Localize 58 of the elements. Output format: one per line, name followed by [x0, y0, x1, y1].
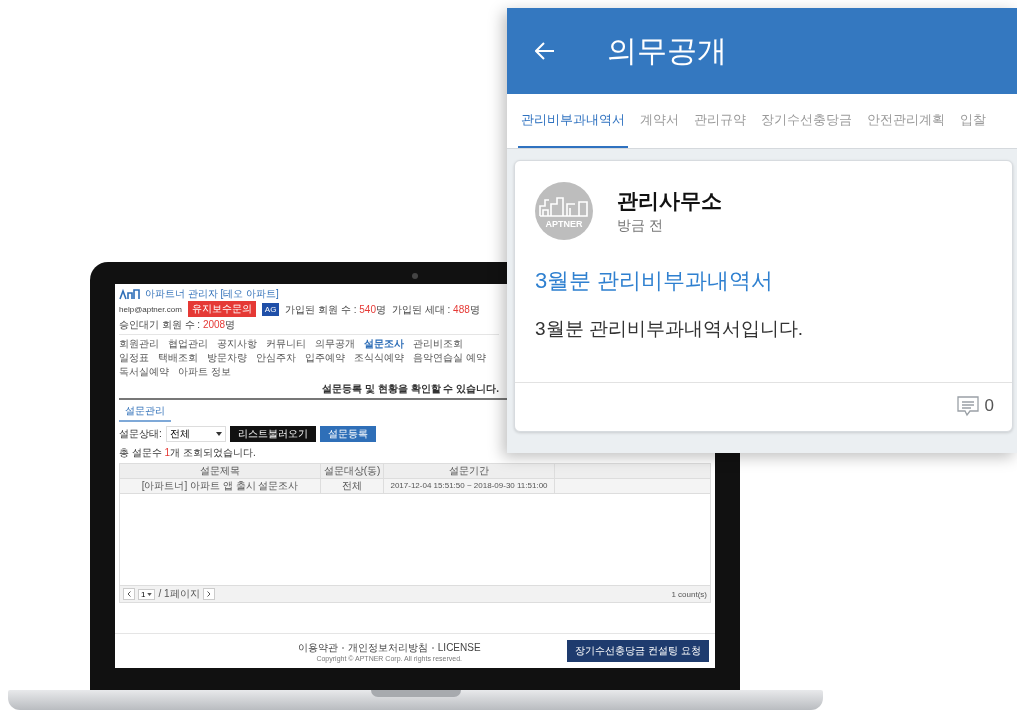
page-dropdown[interactable]: 1	[138, 588, 156, 600]
post-body: 3월분 관리비부과내역서입니다.	[534, 317, 805, 341]
caret-icon	[215, 432, 222, 436]
footer-link[interactable]: 개인정보처리방침	[347, 640, 428, 655]
member-stat: 가입된 세대 : 488명	[392, 302, 480, 316]
comment-count: 0	[984, 396, 994, 416]
record-count: 1 count(s)	[671, 589, 707, 599]
page-total: / 1페이지	[158, 587, 200, 601]
nav-menu-item[interactable]: 의무공개	[315, 337, 355, 350]
nav-menu-item[interactable]: 공지사항	[217, 337, 257, 350]
inquiry-button[interactable]: 유지보수문의	[187, 301, 256, 317]
footer-link[interactable]: 이용약관	[297, 640, 338, 655]
register-button[interactable]: 설문등록	[319, 426, 376, 442]
chevron-right-icon	[206, 591, 211, 597]
section-tab[interactable]: 설문관리	[119, 403, 171, 422]
table-cell: 2017-12-04 15:51:50 ~ 2018-09-30 11:51:00	[384, 479, 555, 493]
screen-title: 의무공개	[607, 32, 727, 69]
footer-link[interactable]: LICENSE	[437, 642, 481, 653]
nav-menu-item[interactable]: 방문차량	[207, 351, 247, 364]
nav-menu-item[interactable]: 입주예약	[305, 351, 345, 364]
nav-menu-item[interactable]: 협업관리	[168, 337, 208, 350]
caret-icon	[147, 592, 153, 596]
author-name: 관리사무소	[617, 188, 722, 214]
logo-icon	[119, 287, 141, 300]
avatar-label: APTNER	[545, 218, 583, 229]
consulting-request-button[interactable]: 장기수선충당금 컨설팅 요청	[567, 640, 709, 662]
nav-menu-item[interactable]: 택배조회	[158, 351, 198, 364]
load-list-button[interactable]: 리스트불러오기	[229, 426, 316, 442]
result-count: 총 설문수 1개 조회되었습니다.	[119, 446, 257, 460]
status-dropdown[interactable]: 전체	[165, 426, 226, 442]
admin-title: 아파트너 관리자 [테오 아파트]	[145, 287, 279, 300]
nav-menu-item[interactable]: 아파트 정보	[178, 365, 231, 378]
member-stat: 승인대기 회원 수 : 2008명	[119, 318, 236, 331]
table-cell: 전체	[321, 479, 384, 493]
table-cell: [아파트너] 아파트 앱 출시 설문조사	[120, 479, 321, 493]
member-stat: 가입된 회원 수 : 540명	[285, 302, 386, 316]
comment-icon	[956, 395, 979, 417]
next-page-button[interactable]	[202, 588, 215, 600]
nav-menu-item[interactable]: 관리비조회	[413, 337, 463, 350]
nav-menu-item[interactable]: 독서실예약	[119, 365, 169, 378]
nav-menu-item[interactable]: 일정표	[119, 351, 149, 364]
nav-menu-item[interactable]: 안심주차	[256, 351, 296, 364]
nav-menu-item[interactable]: 설문조사	[364, 337, 404, 350]
nav-menu-item[interactable]: 회원관리	[119, 337, 159, 350]
post-time: 방금 전	[617, 217, 664, 235]
camera-dot	[412, 273, 418, 279]
nav-menu-item[interactable]: 커뮤니티	[266, 337, 306, 350]
back-arrow-icon[interactable]	[535, 42, 555, 60]
post-title[interactable]: 3월분 관리비부과내역서	[515, 240, 1012, 296]
category-tab[interactable]: 관리비부과내역서	[518, 94, 628, 148]
user-badge: AG	[261, 302, 280, 316]
nav-menu-item[interactable]: 조식식예약	[354, 351, 404, 364]
page-description: 설문등록 및 현황을 확인할 수 있습니다.	[321, 382, 499, 396]
email-link[interactable]: help@aptner.com	[119, 302, 182, 316]
filter-label: 설문상태:	[119, 427, 162, 441]
chevron-left-icon	[127, 591, 131, 597]
previous-page-button[interactable]	[123, 588, 135, 600]
nav-menu-item[interactable]: 음악연습실 예약	[413, 351, 486, 364]
